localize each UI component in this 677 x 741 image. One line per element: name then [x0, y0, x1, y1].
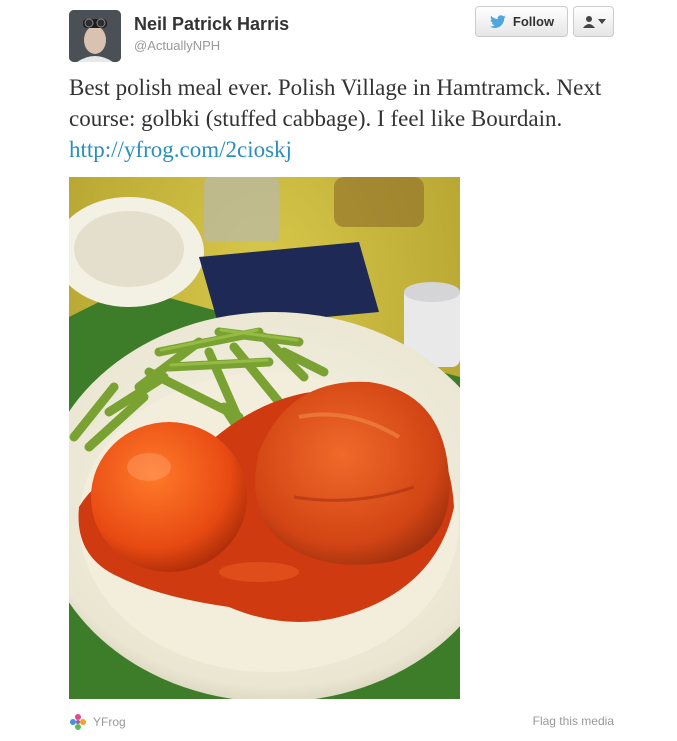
tweet-card: Neil Patrick Harris @ActuallyNPH Follow … [0, 0, 677, 741]
tweet-link[interactable]: http://yfrog.com/2cioskj [69, 137, 292, 162]
yfrog-logo-icon [70, 714, 86, 730]
author-name[interactable]: Neil Patrick Harris [134, 14, 289, 35]
food-photo [69, 177, 460, 699]
avatar-image [69, 10, 121, 62]
tweet-body: Best polish meal ever. Polish Village in… [69, 75, 602, 131]
follow-label: Follow [512, 14, 555, 29]
media-provider[interactable]: YFrog [69, 713, 126, 731]
tweet-text: Best polish meal ever. Polish Village in… [69, 72, 629, 165]
media-photo[interactable] [69, 177, 460, 699]
avatar[interactable] [69, 10, 121, 62]
user-icon [582, 15, 595, 28]
caret-down-icon [597, 18, 606, 24]
twitter-bird-icon [489, 14, 506, 28]
follow-button[interactable]: Follow [475, 6, 568, 37]
provider-label: YFrog [93, 715, 126, 729]
author-handle[interactable]: @ActuallyNPH [134, 38, 220, 53]
flag-media-link[interactable]: Flag this media [533, 714, 614, 728]
user-actions-button[interactable] [573, 6, 614, 37]
